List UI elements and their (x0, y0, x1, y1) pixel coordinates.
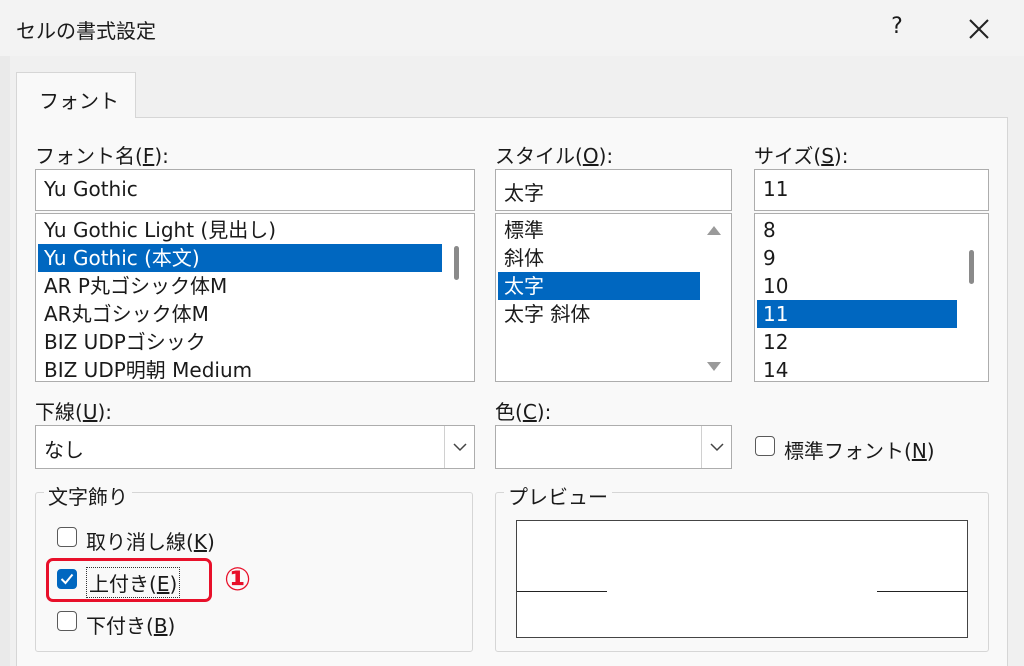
effects-group-title: 文字飾り (44, 481, 132, 510)
normal-font-checkbox[interactable] (755, 436, 775, 456)
font-name-access-key: F (142, 144, 155, 168)
scroll-down-icon[interactable] (707, 362, 721, 371)
underline-dropdown[interactable]: なし (35, 425, 475, 469)
color-dropdown[interactable] (495, 425, 732, 469)
subscript-checkbox[interactable] (57, 611, 77, 631)
underline-selected-value: なし (44, 438, 84, 462)
subscript-label-text: 下付き( (86, 614, 154, 638)
size-list-item[interactable]: 14 (757, 356, 794, 381)
subscript-access-key: B (153, 614, 168, 638)
font-list-item-selected[interactable]: Yu Gothic (本文) (38, 244, 442, 272)
font-list-item[interactable]: BIZ UDP明朝 Medium (38, 356, 258, 381)
strikethrough-label-end: ) (206, 530, 215, 554)
color-access-key: C (522, 400, 537, 424)
size-list-item[interactable]: 10 (757, 272, 794, 300)
font-list-item[interactable]: BIZ UDPゴシック (38, 328, 212, 356)
size-list-item-selected[interactable]: 11 (757, 300, 957, 328)
style-list[interactable]: 標準 斜体 太字 太字 斜体 (495, 213, 732, 382)
strikethrough-label[interactable]: 取り消し線(K) (86, 526, 215, 555)
underline-dropdown-button[interactable] (444, 426, 474, 468)
size-label-end: ): (833, 144, 849, 168)
preview-baseline-left (517, 591, 607, 592)
size-access-key: S (821, 144, 834, 168)
size-list-scrollbar-thumb[interactable] (969, 250, 974, 284)
normal-font-label[interactable]: 標準フォント(N) (784, 435, 935, 464)
underline-label: 下線(U): (35, 396, 112, 425)
font-list-item[interactable]: Yu Gothic Light (見出し) (38, 216, 282, 244)
size-label: サイズ(S): (754, 140, 848, 169)
font-list-item[interactable]: AR P丸ゴシック体M (38, 272, 233, 300)
preview-area (516, 520, 968, 638)
close-icon (969, 19, 989, 39)
normal-font-label-end: ) (926, 439, 935, 463)
font-list-item[interactable]: AR丸ゴシック体M (38, 300, 215, 328)
preview-baseline-right (877, 591, 968, 592)
strikethrough-access-key: K (193, 530, 207, 554)
subscript-label[interactable]: 下付き(B) (86, 610, 175, 639)
color-label-end: ): (536, 400, 552, 424)
style-list-item-selected[interactable]: 太字 (498, 272, 700, 300)
underline-access-key: U (82, 400, 98, 424)
tab-font[interactable]: フォント (16, 72, 136, 118)
size-list-item[interactable]: 8 (757, 216, 782, 244)
size-list-item[interactable]: 9 (757, 244, 782, 272)
style-access-key: O (582, 144, 599, 168)
style-label-end: ): (598, 144, 614, 168)
font-name-input[interactable]: Yu Gothic (35, 169, 475, 211)
style-label: スタイル(O): (495, 140, 613, 169)
font-name-label-text: フォント名( (35, 144, 143, 168)
style-list-item[interactable]: 斜体 (498, 244, 550, 272)
color-dropdown-button[interactable] (701, 426, 731, 468)
dialog-title: セルの書式設定 (16, 19, 156, 43)
font-name-label: フォント名(F): (35, 140, 169, 169)
annotation-marker: ① (224, 560, 252, 598)
annotation-highlight-box (46, 558, 212, 602)
size-input[interactable]: 11 (754, 169, 989, 211)
underline-label-text: 下線( (35, 400, 83, 424)
font-name-label-end: ): (154, 144, 169, 168)
style-list-item[interactable]: 太字 斜体 (498, 300, 596, 328)
font-name-list[interactable]: Yu Gothic Light (見出し) Yu Gothic (本文) AR … (35, 213, 475, 382)
normal-font-access-key: N (911, 439, 927, 463)
size-label-text: サイズ( (754, 144, 822, 168)
font-list-scrollbar-thumb[interactable] (454, 246, 459, 280)
color-label-text: 色( (495, 400, 523, 424)
style-label-text: スタイル( (495, 144, 583, 168)
style-input[interactable]: 太字 (495, 169, 732, 211)
subscript-label-end: ) (167, 614, 176, 638)
strikethrough-checkbox[interactable] (57, 527, 77, 547)
color-label: 色(C): (495, 396, 551, 425)
style-list-item[interactable]: 標準 (498, 216, 550, 244)
preview-group-title: プレビュー (504, 481, 612, 510)
size-list-item[interactable]: 12 (757, 328, 794, 356)
chevron-down-icon (709, 442, 724, 451)
underline-label-end: ): (97, 400, 112, 424)
strikethrough-label-text: 取り消し線( (86, 530, 194, 554)
size-list[interactable]: 8 9 10 11 12 14 (754, 213, 989, 382)
chevron-down-icon (452, 442, 467, 451)
scroll-up-icon[interactable] (707, 226, 721, 235)
normal-font-label-text: 標準フォント( (784, 439, 912, 463)
window-edge (0, 56, 10, 666)
help-button[interactable]: ? (884, 14, 910, 42)
close-button[interactable] (964, 12, 994, 44)
